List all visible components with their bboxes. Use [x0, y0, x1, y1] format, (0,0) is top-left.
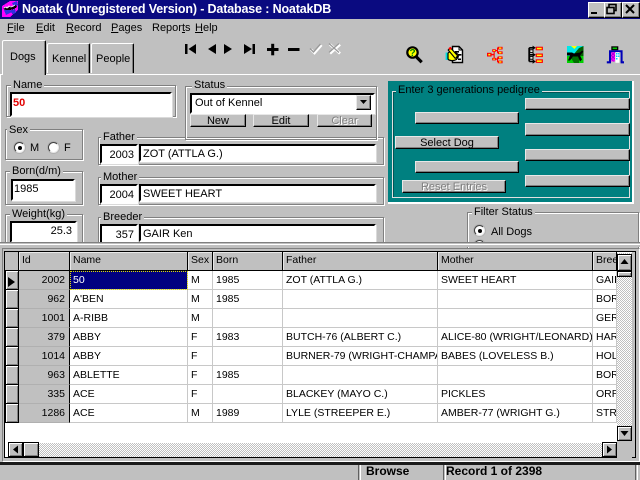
svg-text:?: ?	[409, 48, 415, 59]
